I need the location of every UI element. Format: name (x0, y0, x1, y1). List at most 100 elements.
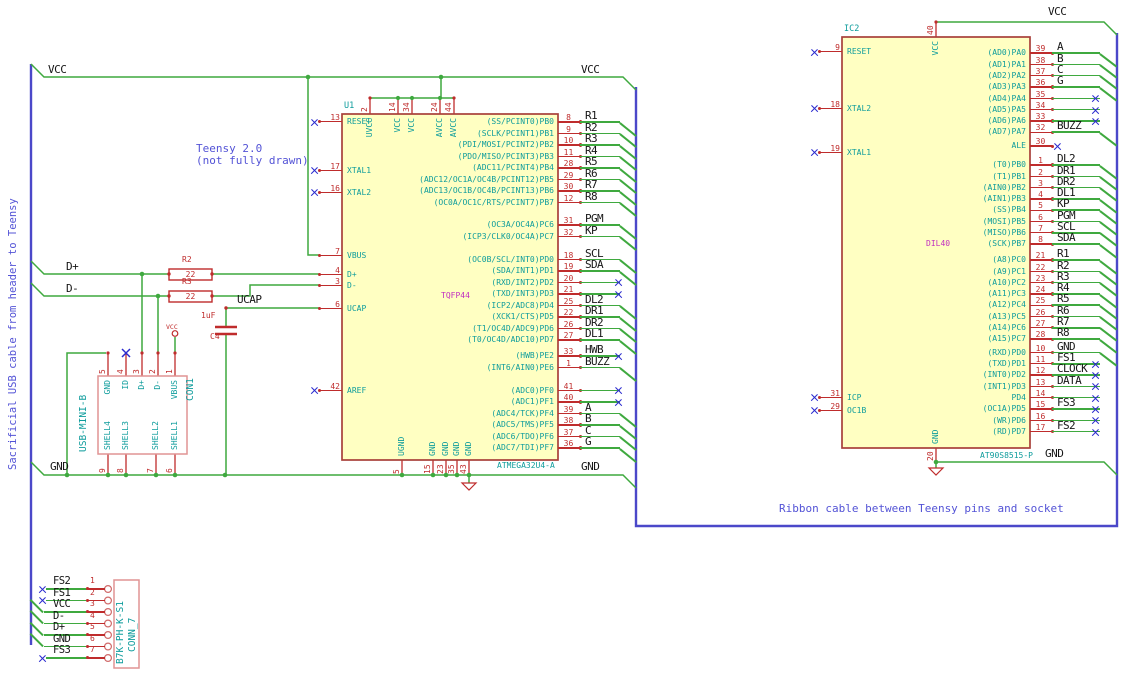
net-label[interactable]: R6 (585, 168, 598, 179)
conn7-value[interactable]: B7K-PH-K-S1 (115, 601, 126, 664)
pin-row[interactable]: PD4 14 (855, 389, 1131, 403)
pin-row[interactable]: (PDO/MISO/PCINT3)PB3 11 R4 (383, 145, 673, 171)
pin-row[interactable]: (AD5)PA5 34 (855, 101, 1131, 115)
pin-row[interactable]: (OC1A)PD5 15 FS3 (855, 397, 1131, 414)
net-label-dplus[interactable]: D+ (66, 261, 79, 272)
net-label[interactable]: PGM (585, 213, 604, 224)
pin-row[interactable]: (A10)PC2 23 R3 (855, 271, 1131, 297)
ic2-reference[interactable]: IC2 (844, 25, 859, 34)
pin-row[interactable]: (INT6/AIN0)PE6 1 BUZZ (383, 356, 673, 382)
pin-row[interactable]: (SCK)PB7 8 SDA (855, 232, 1131, 259)
pin-row[interactable]: (T0)PB0 1 DL2 (855, 153, 1131, 180)
net-label[interactable]: C (585, 425, 592, 436)
pin-row[interactable]: (A8)PC0 21 R1 (855, 248, 1131, 274)
net-label-ucap[interactable]: UCAP (237, 294, 262, 305)
pin-row[interactable]: (ICP3/CLK0/OC4A)PC7 32 KP (383, 225, 673, 251)
pin-row[interactable]: (OC3A/OC4A)PC6 31 PGM (383, 213, 673, 239)
net-label[interactable]: R2 (585, 122, 598, 133)
pin-row[interactable]: (ICP2/ADC8)PD4 25 DL2 (383, 294, 673, 320)
net-label-gnd[interactable]: GND (50, 461, 69, 472)
u1-reference[interactable]: U1 (344, 102, 354, 111)
pin-row[interactable]: (ADC0)PF0 41 (383, 382, 673, 397)
net-label[interactable]: D- (53, 610, 65, 622)
net-label-dminus[interactable]: D- (66, 283, 79, 294)
pin-row[interactable]: (A11)PC3 24 R4 (855, 282, 1131, 308)
net-label[interactable]: DR2 (585, 317, 604, 328)
pin-row[interactable]: ALE 30 (855, 138, 1131, 151)
pin-row[interactable]: (ADC11/PCINT4)PB4 28 R5 (383, 156, 673, 182)
net-label[interactable]: B (1057, 53, 1064, 64)
pin-row[interactable]: (A14)PC6 27 R7 (855, 316, 1131, 342)
pin-row[interactable]: (RD)PD7 17 FS2 (855, 420, 1131, 437)
net-label[interactable]: GND (53, 633, 71, 645)
net-label[interactable]: G (1057, 75, 1064, 86)
pin-row[interactable]: (ADC5/TMS)PF5 38 B (383, 413, 673, 439)
pin-row[interactable]: (AD1)PA1 38 B (855, 53, 1131, 79)
pin-row[interactable]: (INT0)PD2 12 CLOCK (855, 363, 1131, 380)
pin-row[interactable]: (MOSI)PB5 6 PGM (855, 210, 1131, 236)
pin-row[interactable]: (OC0A/OC1C/RTS/PCINT7)PB7 12 R8 (383, 191, 673, 217)
net-label[interactable]: DL2 (585, 294, 604, 305)
net-label[interactable]: A (585, 402, 592, 413)
net-label[interactable]: KP (585, 225, 598, 236)
net-label[interactable]: HWB (585, 344, 604, 355)
pin-row[interactable]: VCC 3 (29, 599, 161, 618)
con1-value[interactable]: USB-MINI-B (78, 395, 89, 452)
net-label[interactable]: SDA (1057, 232, 1076, 243)
pin-row[interactable]: (SDA/INT1)PD1 19 SDA (383, 259, 673, 285)
pin-row[interactable]: (ADC13/OC1B/OC4B/PCINT13)PB6 30 R7 (383, 179, 673, 205)
pin-row[interactable]: (SS/PCINT0)PB0 8 R1 (383, 110, 673, 136)
pin-row[interactable]: (XCK1/CTS)PD5 22 DR1 (383, 305, 673, 331)
pin-row[interactable]: (ADC7/TDI)PF7 36 G (383, 436, 673, 462)
net-label[interactable]: R5 (1057, 293, 1070, 304)
con1-reference[interactable]: CON1 (185, 378, 196, 401)
net-label[interactable]: FS3 (53, 645, 71, 656)
net-label[interactable]: R1 (1057, 248, 1070, 259)
net-label[interactable]: VCC (53, 599, 71, 610)
net-label[interactable]: R7 (585, 179, 598, 190)
net-label[interactable]: BUZZ (1057, 120, 1082, 131)
net-label[interactable]: B (585, 413, 592, 424)
net-label[interactable]: DL1 (585, 328, 604, 339)
r3-value[interactable]: 22 (169, 292, 212, 302)
net-label[interactable]: R5 (585, 156, 598, 167)
net-label[interactable]: FS2 (1057, 420, 1076, 431)
pin-row[interactable]: (AIN1)PB3 4 DL1 (855, 187, 1131, 213)
pin-row[interactable]: (ADC4/TCK)PF4 39 A (383, 402, 673, 428)
pin-row[interactable]: (TXD)PD1 11 FS1 (855, 352, 1131, 369)
pin-row[interactable]: (A15)PC7 28 R8 (855, 327, 1131, 354)
pin-row[interactable]: (T0/OC4D/ADC10)PD7 27 DL1 (383, 328, 673, 354)
net-label[interactable]: D+ (53, 622, 65, 633)
net-label[interactable]: BUZZ (585, 356, 610, 367)
net-label[interactable]: CLOCK (1057, 363, 1088, 374)
net-label[interactable]: DR1 (585, 305, 604, 316)
pin-row[interactable]: (T1)PB1 2 DR1 (855, 165, 1131, 191)
pin-row[interactable]: (RXD)PD0 10 GND (855, 341, 1131, 367)
r2-reference[interactable]: R2 (182, 256, 192, 264)
net-label-vcc[interactable]: VCC (581, 64, 600, 75)
pin-row[interactable]: (A9)PC1 22 R2 (855, 260, 1131, 286)
pin-row[interactable]: FS1 2 (31, 587, 161, 607)
pin-row[interactable]: (SS)PB4 5 KP (855, 198, 1131, 225)
net-label[interactable]: R3 (585, 133, 598, 144)
pin-row[interactable]: D+ 5 (29, 622, 161, 641)
pin-row[interactable]: D- 4 (29, 610, 161, 630)
c4-value[interactable]: 1uF (201, 312, 215, 320)
net-label-gnd[interactable]: GND (581, 461, 600, 472)
net-label[interactable]: DATA (1057, 375, 1082, 386)
pin-row[interactable]: (A13)PC5 26 R6 (855, 305, 1131, 331)
pin-row[interactable]: (SCLK/PCINT1)PB1 9 R2 (383, 122, 673, 148)
pin-row[interactable]: (INT1)PD3 13 DATA (855, 375, 1131, 392)
pin-row[interactable]: (AD2)PA2 37 C (855, 64, 1131, 90)
pin-row[interactable]: (AD6)PA6 33 (855, 113, 1131, 126)
net-label[interactable]: SCL (585, 248, 604, 259)
pin-row[interactable]: (AD0)PA0 39 A (855, 41, 1131, 68)
pin-row[interactable]: (MISO)PB6 7 SCL (855, 221, 1131, 247)
pin-row[interactable]: (A12)PC4 25 R5 (855, 293, 1131, 320)
u1-value[interactable]: ATMEGA32U4-A (497, 461, 555, 470)
net-label[interactable]: DL2 (1057, 153, 1076, 164)
net-label-vcc[interactable]: VCC (1048, 6, 1067, 17)
ic2-value[interactable]: AT90S8515-P (980, 451, 1033, 460)
pin-row[interactable]: (OC0B/SCL/INT0)PD0 18 SCL (383, 248, 673, 274)
net-label[interactable]: KP (1057, 198, 1070, 209)
